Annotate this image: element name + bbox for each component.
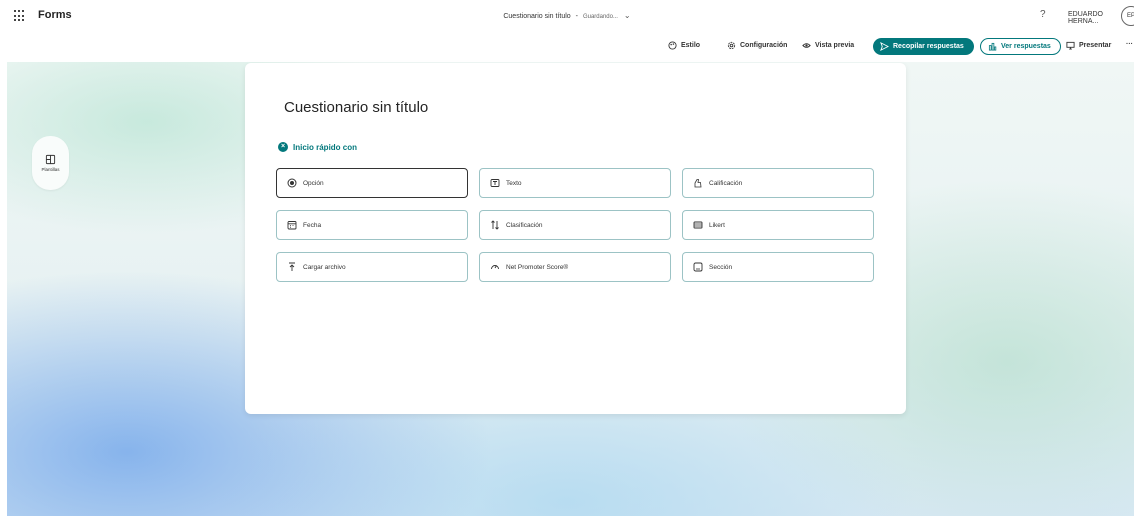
settings-button[interactable]: Configuración xyxy=(727,41,787,50)
document-title-area[interactable]: Cuestionario sin título - Guardando... ⌄ xyxy=(0,11,1134,20)
section-icon xyxy=(693,262,703,272)
eye-icon xyxy=(802,43,811,48)
toolbar: Estilo Configuración Vista previa Recopi… xyxy=(0,32,1134,62)
presentation-icon xyxy=(1066,41,1075,50)
option-nps[interactable]: Net Promoter Score® xyxy=(479,252,671,282)
templates-label: Plantillas xyxy=(41,167,60,172)
option-label: Sección xyxy=(709,263,733,271)
save-status: Guardando... xyxy=(582,14,618,20)
template-icon xyxy=(45,154,56,165)
view-responses-button[interactable]: Ver respuestas xyxy=(980,38,1061,55)
gear-icon xyxy=(727,41,736,50)
option-label: Net Promoter Score® xyxy=(506,263,569,271)
send-icon xyxy=(880,42,889,51)
option-text[interactable]: Texto xyxy=(479,168,671,198)
likert-icon xyxy=(693,220,703,230)
present-button[interactable]: Presentar xyxy=(1066,41,1111,50)
chart-icon xyxy=(988,42,997,51)
radio-icon xyxy=(287,178,297,188)
present-label: Presentar xyxy=(1079,42,1112,49)
help-icon[interactable]: ? xyxy=(1040,9,1046,20)
style-label: Estilo xyxy=(681,42,701,49)
preview-label: Vista previa xyxy=(815,42,855,49)
sort-icon xyxy=(490,220,500,230)
top-bar: Forms Cuestionario sin título - Guardand… xyxy=(0,0,1134,32)
option-ranking[interactable]: Clasificación xyxy=(479,210,671,240)
settings-label: Configuración xyxy=(740,42,788,49)
option-section[interactable]: Sección xyxy=(682,252,874,282)
option-label: Calificación xyxy=(709,179,743,187)
text-icon xyxy=(490,178,500,188)
option-label: Clasificación xyxy=(506,221,543,229)
chevron-down-icon[interactable]: ⌄ xyxy=(624,11,631,20)
close-icon[interactable]: × xyxy=(278,142,288,152)
collect-label: Recopilar respuestas xyxy=(893,43,964,50)
form-title[interactable]: Cuestionario sin título xyxy=(284,99,428,116)
style-button[interactable]: Estilo xyxy=(668,41,700,50)
option-upload[interactable]: Cargar archivo xyxy=(276,252,468,282)
title-separator: - xyxy=(575,13,578,20)
more-options-icon[interactable]: ··· xyxy=(1126,41,1133,48)
templates-button[interactable]: Plantillas xyxy=(32,136,69,190)
document-title[interactable]: Cuestionario sin título xyxy=(503,13,570,20)
preview-button[interactable]: Vista previa xyxy=(802,41,854,50)
option-label: Texto xyxy=(506,179,522,187)
option-label: Fecha xyxy=(303,221,322,229)
view-responses-label: Ver respuestas xyxy=(1001,43,1051,50)
option-choice[interactable]: Opción xyxy=(276,168,468,198)
option-date[interactable]: Fecha xyxy=(276,210,468,240)
palette-icon xyxy=(668,41,677,50)
gauge-icon xyxy=(490,262,500,272)
option-likert[interactable]: Likert xyxy=(682,210,874,240)
thumb-icon xyxy=(693,178,703,188)
upload-icon xyxy=(287,262,297,272)
option-rating[interactable]: Calificación xyxy=(682,168,874,198)
option-label: Likert xyxy=(709,221,725,229)
quick-start-toggle[interactable]: × Inicio rápido con xyxy=(278,142,357,152)
collect-responses-button[interactable]: Recopilar respuestas xyxy=(873,38,974,55)
avatar[interactable]: EP xyxy=(1121,6,1134,26)
form-card: Cuestionario sin título × Inicio rápido … xyxy=(245,63,906,414)
quick-start-label: Inicio rápido con xyxy=(293,142,358,152)
option-label: Cargar archivo xyxy=(303,263,346,271)
option-label: Opción xyxy=(303,179,324,187)
calendar-icon xyxy=(287,220,297,230)
